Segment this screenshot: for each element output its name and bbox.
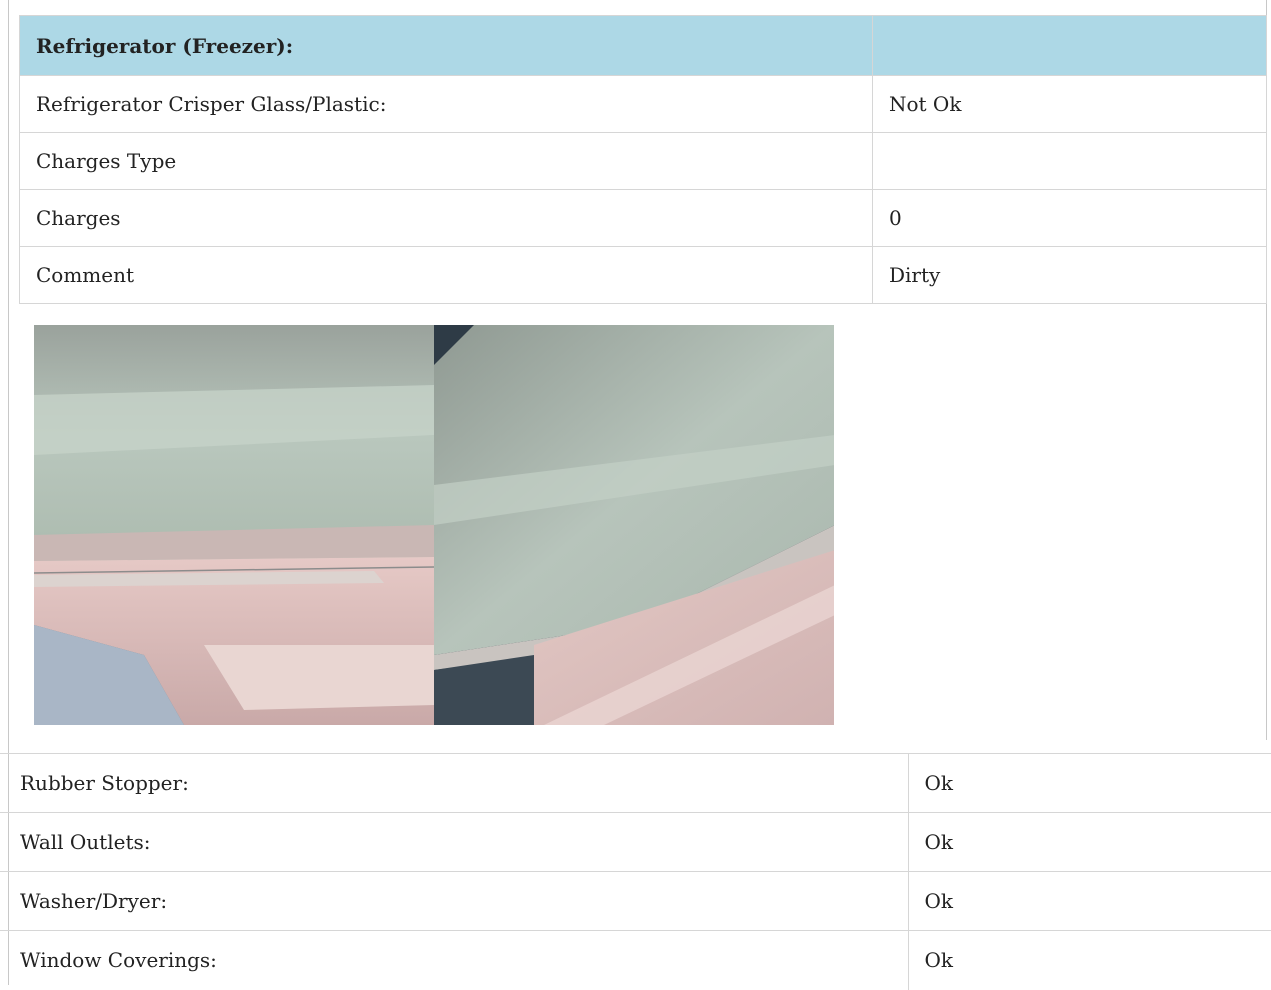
row-label: Rubber Stopper: bbox=[0, 753, 908, 813]
row-value: Ok bbox=[907, 753, 1271, 813]
row-label: Refrigerator Crisper Glass/Plastic: bbox=[19, 75, 873, 133]
table-row: Wall Outlets: Ok bbox=[0, 812, 1271, 872]
row-value: Dirty bbox=[872, 246, 1267, 304]
section-header-row: Refrigerator (Freezer): bbox=[19, 15, 1267, 76]
row-value: Ok bbox=[907, 871, 1271, 931]
table-row: Rubber Stopper: Ok bbox=[0, 753, 1271, 813]
photo-crisper-left-icon bbox=[34, 325, 434, 725]
row-value: Not Ok bbox=[872, 75, 1267, 133]
table-row: Comment Dirty bbox=[19, 246, 1267, 304]
table-row: Charges 0 bbox=[19, 189, 1267, 247]
photo-crisper-right-icon bbox=[434, 325, 834, 725]
row-value: 0 bbox=[872, 189, 1267, 247]
summary-table: Rubber Stopper: Ok Wall Outlets: Ok Wash… bbox=[0, 753, 1271, 990]
row-label: Comment bbox=[19, 246, 873, 304]
crisper-photo-2[interactable] bbox=[434, 325, 834, 725]
row-label: Wall Outlets: bbox=[0, 812, 908, 872]
section-title-value bbox=[872, 15, 1267, 76]
row-value: Ok bbox=[907, 812, 1271, 872]
row-value: Ok bbox=[907, 930, 1271, 990]
crisper-photo-1[interactable] bbox=[34, 325, 434, 725]
table-row: Window Coverings: Ok bbox=[0, 930, 1271, 990]
section-title: Refrigerator (Freezer): bbox=[19, 15, 873, 76]
refrigerator-freezer-table: Refrigerator (Freezer): Refrigerator Cri… bbox=[19, 15, 1267, 304]
table-row: Washer/Dryer: Ok bbox=[0, 871, 1271, 931]
photo-gallery bbox=[34, 325, 836, 725]
row-value bbox=[872, 132, 1267, 190]
table-row: Charges Type bbox=[19, 132, 1267, 190]
row-label: Washer/Dryer: bbox=[0, 871, 908, 931]
row-label: Charges Type bbox=[19, 132, 873, 190]
table-row: Refrigerator Crisper Glass/Plastic: Not … bbox=[19, 75, 1267, 133]
row-label: Charges bbox=[19, 189, 873, 247]
row-label: Window Coverings: bbox=[0, 930, 908, 990]
